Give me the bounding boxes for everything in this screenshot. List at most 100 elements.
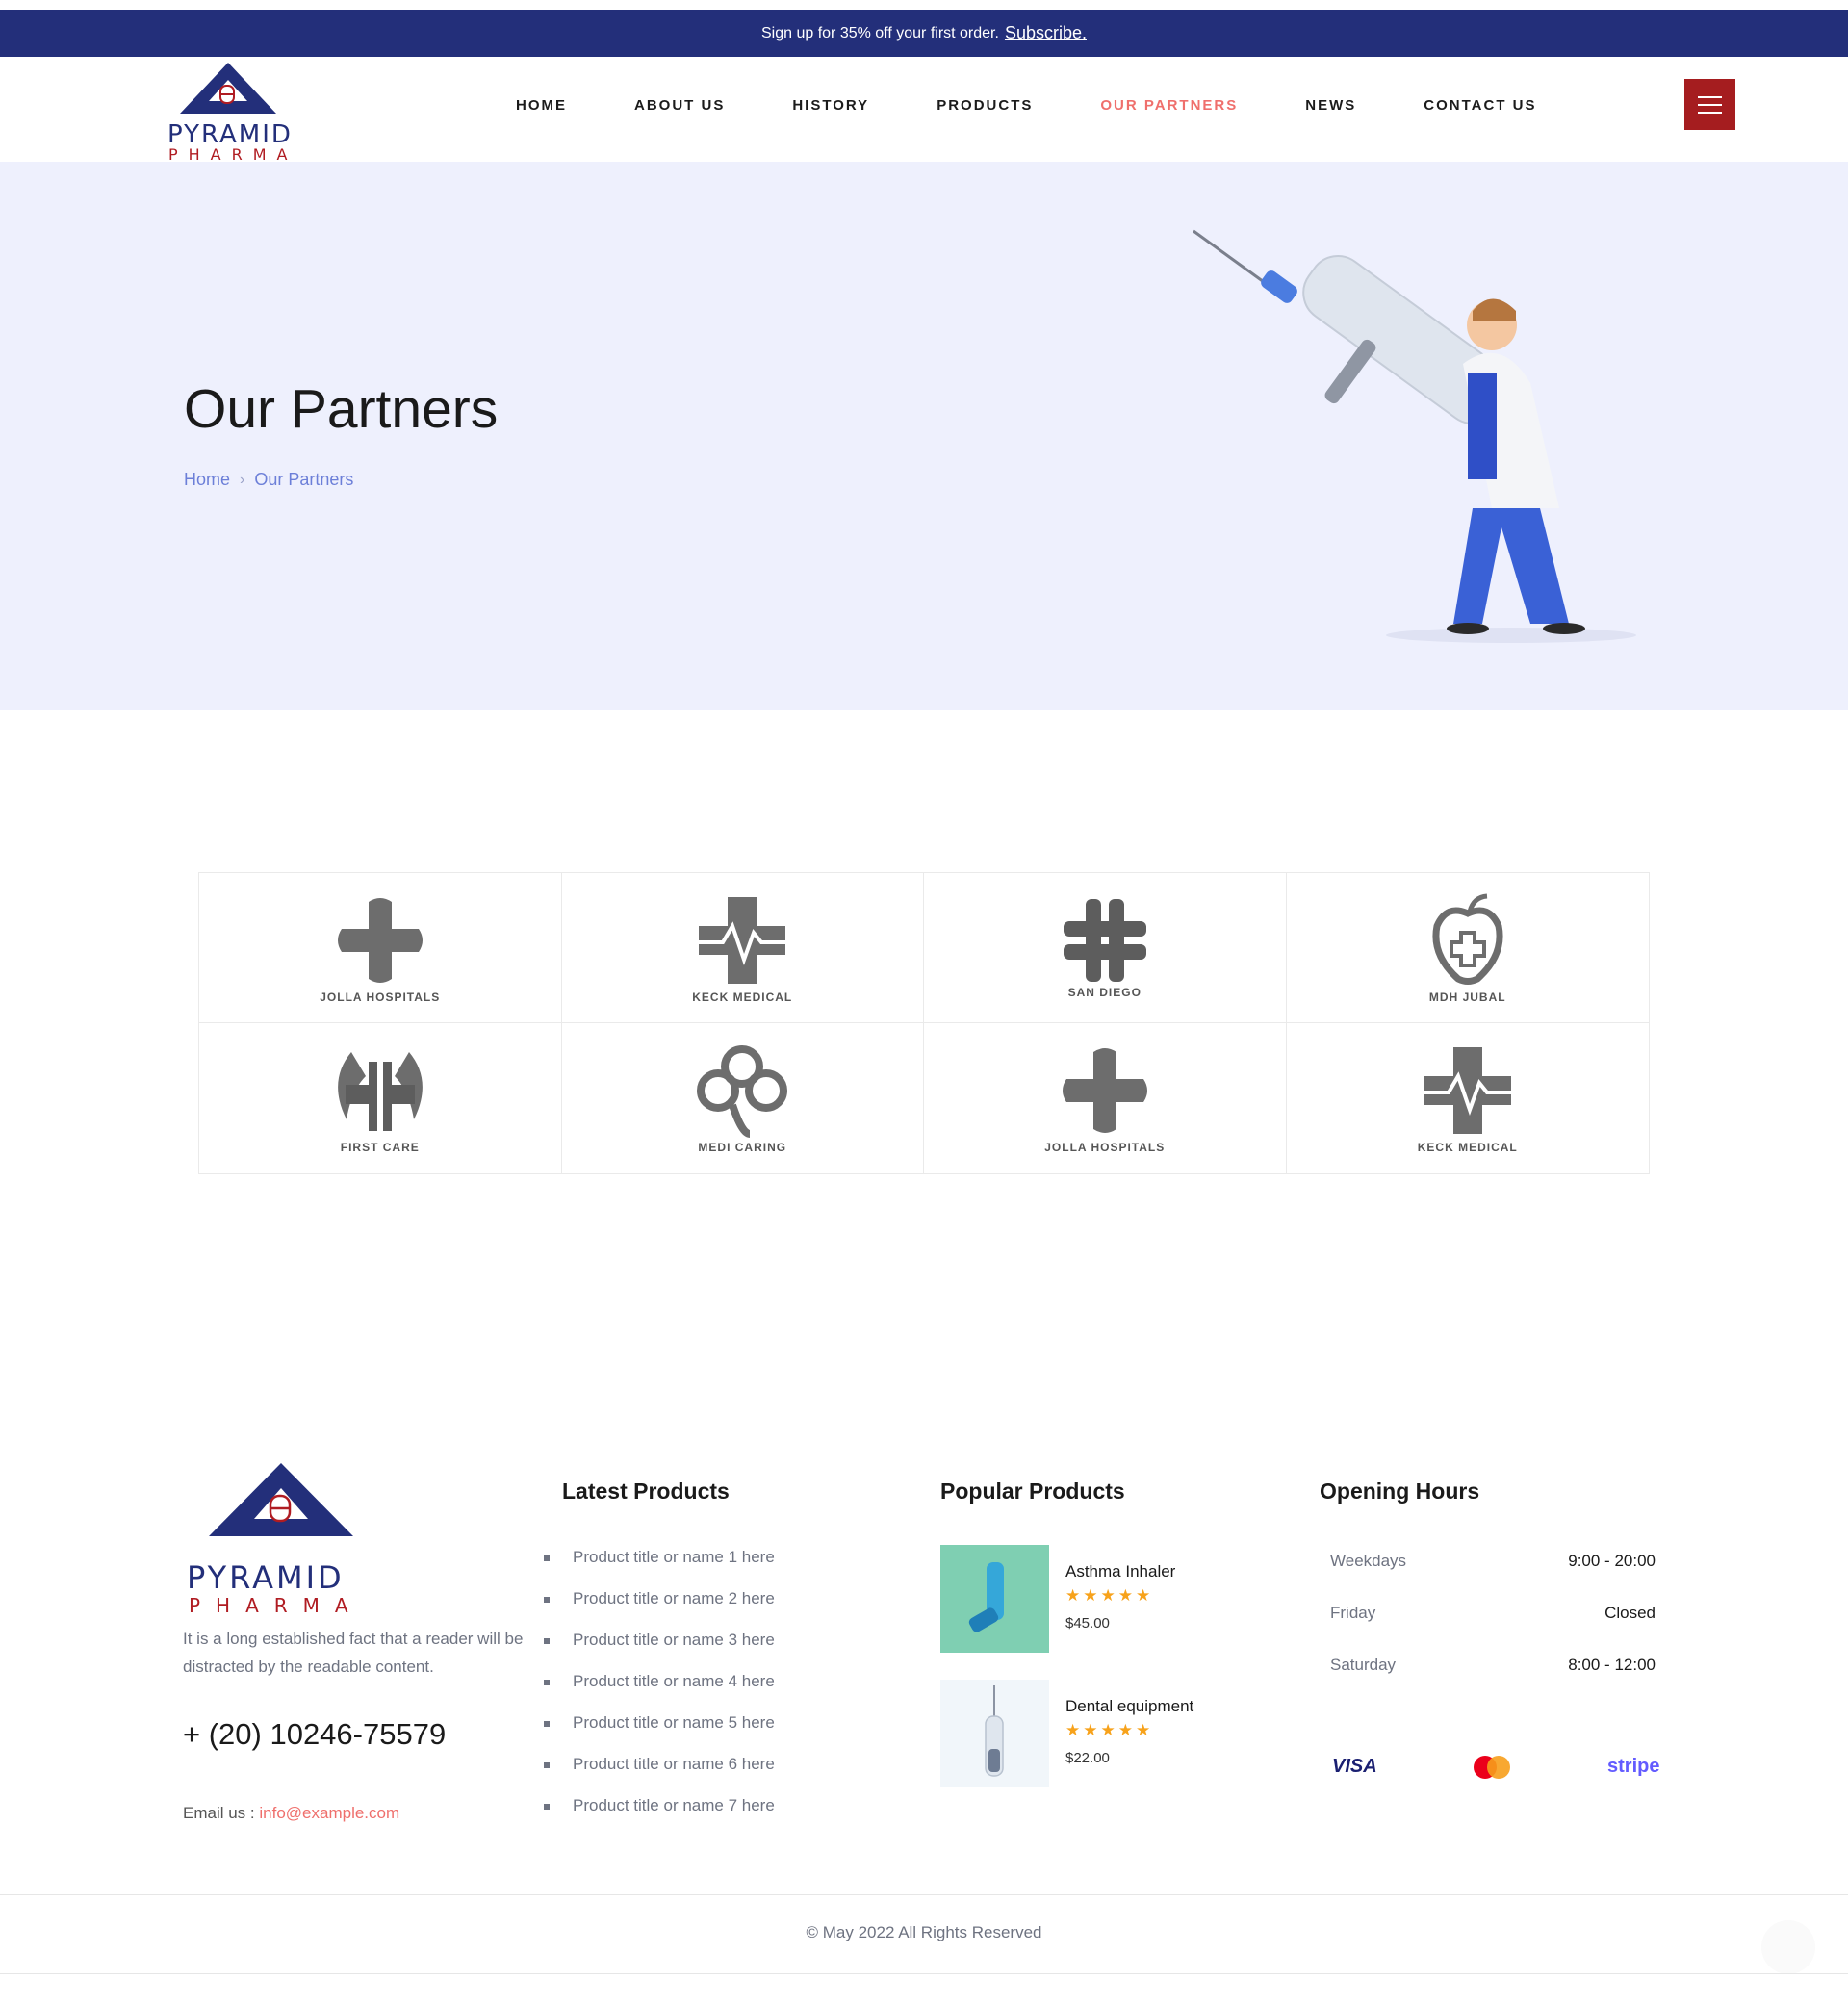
bullet-icon <box>544 1721 550 1727</box>
nav-news[interactable]: NEWS <box>1305 97 1356 114</box>
star-rating-icon: ★★★★★ <box>1065 1586 1154 1605</box>
partners-grid: JOLLA HOSPITALS KECK MEDICAL SAN DIEGO M… <box>198 872 1650 1174</box>
hours-row: Weekdays 9:00 - 20:00 <box>1330 1552 1656 1604</box>
list-item[interactable]: Product title or name 1 here <box>544 1548 775 1589</box>
footer-phone[interactable]: + (20) 10246-75579 <box>183 1717 446 1752</box>
nav-history[interactable]: HISTORY <box>792 97 869 114</box>
heartbeat-cross-icon <box>1424 1047 1511 1134</box>
breadcrumb: Home › Our Partners <box>184 470 353 490</box>
main-nav: HOME ABOUT US HISTORY PRODUCTS OUR PARTN… <box>516 97 1604 114</box>
partner-card[interactable]: MDH JUBAL <box>1286 873 1649 1023</box>
doctor-syringe-illustration <box>1193 229 1636 643</box>
site-header: PYRAMID PHARMA HOME ABOUT US HISTORY PRO… <box>0 57 1848 164</box>
product-price: $45.00 <box>1065 1615 1110 1632</box>
bullet-icon <box>544 1804 550 1810</box>
heartbeat-cross-icon <box>699 896 786 984</box>
popular-product-card[interactable]: Dental equipment ★★★★★ $22.00 <box>940 1680 1258 1787</box>
nav-home[interactable]: HOME <box>516 97 567 114</box>
popular-product-card[interactable]: Asthma Inhaler ★★★★★ $45.00 <box>940 1545 1258 1653</box>
apple-cross-icon <box>1432 893 1503 985</box>
latest-product-link[interactable]: Product title or name 6 here <box>573 1755 775 1774</box>
hours-day: Weekdays <box>1330 1552 1407 1570</box>
product-title[interactable]: Dental equipment <box>1065 1697 1194 1716</box>
wings-cross-icon <box>337 1052 423 1131</box>
list-item[interactable]: Product title or name 6 here <box>544 1755 775 1796</box>
menu-button[interactable] <box>1684 79 1735 130</box>
footer-bottom-divider <box>0 1973 1848 1974</box>
product-title[interactable]: Asthma Inhaler <box>1065 1562 1175 1581</box>
back-to-top-button[interactable] <box>1761 1920 1815 1974</box>
partner-name: SAN DIEGO <box>1067 985 1142 999</box>
latest-product-link[interactable]: Product title or name 5 here <box>573 1713 775 1733</box>
footer-logo[interactable]: PYRAMID PHARMA <box>183 1461 356 1617</box>
list-item[interactable]: Product title or name 4 here <box>544 1672 775 1713</box>
dental-equipment-thumbnail <box>940 1680 1049 1787</box>
hamburger-icon <box>1698 95 1722 98</box>
latest-product-link[interactable]: Product title or name 1 here <box>573 1548 775 1567</box>
nav-about-us[interactable]: ABOUT US <box>634 97 725 114</box>
list-item[interactable]: Product title or name 2 here <box>544 1589 775 1631</box>
list-item[interactable]: Product title or name 3 here <box>544 1631 775 1672</box>
email-link[interactable]: info@example.com <box>259 1804 399 1822</box>
partner-name: FIRST CARE <box>340 1141 420 1154</box>
top-edge <box>0 0 1848 10</box>
list-item[interactable]: Product title or name 7 here <box>544 1796 775 1838</box>
footer-brand-line1: PYRAMID <box>187 1559 345 1596</box>
stripe-logo: stripe <box>1607 1756 1660 1777</box>
pyramid-logo-icon <box>180 63 276 114</box>
partner-name: MEDI CARING <box>698 1141 787 1154</box>
partner-card[interactable]: FIRST CARE <box>199 1023 562 1173</box>
clover-cross-icon <box>697 1045 788 1138</box>
subscribe-link[interactable]: Subscribe. <box>1005 23 1087 43</box>
bullet-icon <box>544 1680 550 1685</box>
hours-day: Friday <box>1330 1604 1376 1622</box>
rounded-cross-icon <box>337 897 423 983</box>
mastercard-icon <box>1474 1756 1510 1779</box>
logo[interactable]: PYRAMID PHARMA <box>166 61 291 164</box>
popular-products-heading: Popular Products <box>940 1478 1125 1504</box>
breadcrumb-current: Our Partners <box>254 470 354 489</box>
latest-product-link[interactable]: Product title or name 3 here <box>573 1631 775 1650</box>
partner-card[interactable]: KECK MEDICAL <box>1287 1023 1650 1173</box>
partner-name: JOLLA HOSPITALS <box>320 990 441 1004</box>
nav-contact-us[interactable]: CONTACT US <box>1424 97 1536 114</box>
rounded-cross-icon <box>1062 1048 1147 1133</box>
latest-product-link[interactable]: Product title or name 7 here <box>573 1796 775 1815</box>
hours-time: 9:00 - 20:00 <box>1568 1552 1656 1570</box>
nav-products[interactable]: PRODUCTS <box>937 97 1033 114</box>
bullet-icon <box>544 1555 550 1561</box>
partner-name: KECK MEDICAL <box>692 990 793 1004</box>
nav-our-partners[interactable]: OUR PARTNERS <box>1100 97 1238 114</box>
page-title: Our Partners <box>184 378 499 440</box>
latest-product-link[interactable]: Product title or name 2 here <box>573 1589 775 1608</box>
copyright-text: © May 2022 All Rights Reserved <box>806 1923 1042 1941</box>
partner-card[interactable]: JOLLA HOSPITALS <box>199 873 562 1023</box>
opening-hours-heading: Opening Hours <box>1320 1478 1480 1504</box>
hours-row: Friday Closed <box>1330 1604 1656 1656</box>
opening-hours-table: Weekdays 9:00 - 20:00 Friday Closed Satu… <box>1330 1552 1656 1708</box>
product-price: $22.00 <box>1065 1750 1110 1766</box>
star-rating-icon: ★★★★★ <box>1065 1721 1154 1739</box>
payment-methods: VISA stripe <box>1330 1750 1660 1785</box>
partner-card[interactable]: MEDI CARING <box>562 1023 924 1173</box>
page-hero: Our Partners Home › Our Partners <box>0 162 1848 710</box>
email-label: Email us : <box>183 1804 255 1822</box>
latest-product-link[interactable]: Product title or name 4 here <box>573 1672 775 1691</box>
hours-time: Closed <box>1604 1604 1656 1622</box>
partner-card[interactable]: SAN DIEGO <box>924 873 1287 1023</box>
breadcrumb-home[interactable]: Home <box>184 470 230 490</box>
partner-card[interactable]: KECK MEDICAL <box>561 873 924 1023</box>
promo-bar: Sign up for 35% off your first order. Su… <box>0 10 1848 57</box>
bullet-icon <box>544 1762 550 1768</box>
hours-row: Saturday 8:00 - 12:00 <box>1330 1656 1656 1708</box>
latest-products-heading: Latest Products <box>562 1478 730 1504</box>
chevron-right-icon: › <box>240 471 245 488</box>
partner-name: KECK MEDICAL <box>1417 1141 1518 1154</box>
hours-day: Saturday <box>1330 1656 1397 1674</box>
split-cross-icon <box>1063 898 1146 982</box>
hours-time: 8:00 - 12:00 <box>1568 1656 1656 1674</box>
latest-products-list: Product title or name 1 here Product tit… <box>544 1548 775 1838</box>
partner-card[interactable]: JOLLA HOSPITALS <box>924 1023 1287 1173</box>
list-item[interactable]: Product title or name 5 here <box>544 1713 775 1755</box>
hamburger-line <box>1698 103 1722 106</box>
